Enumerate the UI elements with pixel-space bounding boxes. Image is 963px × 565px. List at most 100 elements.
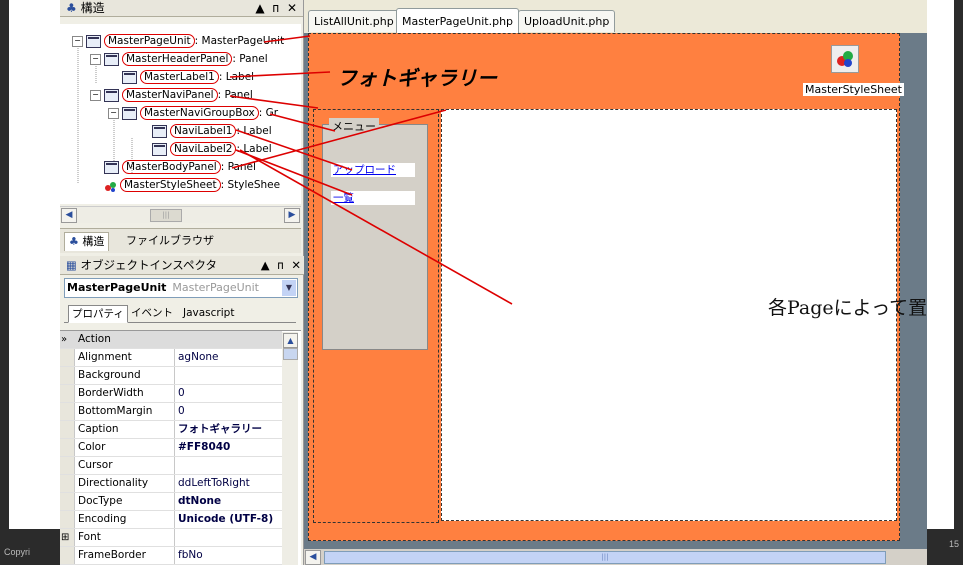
property-value[interactable]: ddLeftToRight	[178, 475, 282, 492]
component-selector-type: MasterPageUnit	[172, 281, 259, 294]
tree-node[interactable]: NaviLabel2: Label	[152, 140, 272, 158]
property-value[interactable]: 0	[178, 385, 282, 402]
property-row[interactable]: FrameBorder fbNo	[60, 547, 282, 565]
panel-icon	[104, 52, 119, 66]
navi-link-list[interactable]: 一覧	[331, 191, 415, 205]
panel-icon	[104, 160, 119, 174]
tree-node-name: MasterNaviPanel	[122, 88, 218, 102]
collapse-icon[interactable]: −	[72, 35, 83, 47]
tree-node-name: MasterHeaderPanel	[122, 52, 233, 66]
tree-node-name: MasterNaviGroupBox	[140, 106, 259, 120]
master-label[interactable]: フォトギャラリー	[337, 62, 497, 91]
master-navi-panel[interactable]: メニュー アップロード 一覧	[313, 109, 439, 523]
stylesheet-icon[interactable]	[831, 45, 859, 73]
property-vertical-scrollbar[interactable]: ▲	[282, 332, 298, 565]
tree-node[interactable]: − MasterHeaderPanel: Panel	[90, 50, 268, 68]
collapse-icon[interactable]: −	[108, 107, 119, 119]
property-name: BottomMargin	[78, 405, 153, 417]
collapse-icon[interactable]: −	[90, 89, 101, 101]
collapse-icon[interactable]: −	[90, 53, 101, 65]
tab-structure[interactable]: ♣ 構造	[64, 232, 110, 251]
stylesheet-label: MasterStyleSheet	[803, 83, 904, 96]
scroll-left-icon[interactable]: ◀	[61, 208, 77, 223]
structure-icon: ♣	[69, 235, 79, 248]
tree-node[interactable]: MasterLabel1: Label	[122, 68, 254, 86]
tree-node[interactable]: MasterStyleSheet: StyleShee	[104, 176, 280, 194]
master-header-panel[interactable]: フォトギャラリー MasterStyleSheet	[309, 34, 904, 106]
property-value[interactable]: 0	[178, 403, 282, 420]
component-selector-name: MasterPageUnit	[67, 281, 167, 294]
form-icon	[86, 34, 101, 48]
tree-node-type: : Panel	[217, 89, 253, 101]
property-name: Background	[78, 369, 141, 381]
scroll-thumb[interactable]: |||	[324, 551, 886, 564]
tab-listallunit[interactable]: ListAllUnit.php	[308, 10, 400, 32]
property-row[interactable]: Cursor	[60, 457, 282, 475]
tree-node-type: : MasterPageUnit	[194, 35, 285, 47]
page-number: 15	[948, 539, 959, 549]
property-value[interactable]: #FF8040	[178, 439, 282, 456]
property-row[interactable]: ⊞ Font	[60, 529, 282, 547]
tab-uploadunit[interactable]: UploadUnit.php	[518, 10, 616, 32]
property-name: Font	[78, 531, 101, 543]
scroll-right-icon[interactable]: ▶	[284, 208, 300, 223]
tree-node-type: : Gr	[258, 107, 279, 119]
property-value[interactable]: Unicode (UTF-8)	[178, 511, 282, 528]
master-page-canvas[interactable]: フォトギャラリー MasterStyleSheet メニュー アップロード 一覧	[308, 33, 904, 541]
tree-node[interactable]: MasterBodyPanel: Panel	[104, 158, 256, 176]
tree-node-name: NaviLabel2	[170, 142, 237, 156]
scroll-left-icon[interactable]: ◀	[305, 550, 321, 565]
form-designer: ListAllUnit.php MasterPageUnit.php Uploa…	[304, 0, 927, 565]
tab-file-browser[interactable]: ファイルブラウザ	[122, 232, 218, 250]
tree-node-type: : Label	[218, 71, 255, 83]
property-row[interactable]: Caption フォトギャラリー	[60, 421, 282, 439]
tab-masterpageunit[interactable]: MasterPageUnit.php	[396, 8, 520, 34]
navi-link-upload[interactable]: アップロード	[331, 163, 415, 177]
ide-window: ♣ 構造 ▲ ᴨ ✕ − MasterPageUnit: MasterPageUn…	[60, 0, 927, 565]
tree-node[interactable]: − MasterNaviGroupBox: Gr	[108, 104, 278, 122]
tree-node-name: MasterStyleSheet	[120, 178, 221, 192]
inspector-icon: ▦	[66, 258, 77, 272]
property-row[interactable]: Background	[60, 367, 282, 385]
property-row[interactable]: Encoding Unicode (UTF-8)	[60, 511, 282, 529]
panel-controls[interactable]: ▲ ᴨ ✕	[261, 256, 303, 274]
component-selector[interactable]: MasterPageUnit MasterPageUnit ▼	[64, 278, 298, 298]
property-row[interactable]: BorderWidth 0	[60, 385, 282, 403]
chevron-down-icon[interactable]: ▼	[282, 280, 296, 296]
slide-right-border	[954, 0, 963, 565]
property-row[interactable]: BottomMargin 0	[60, 403, 282, 421]
tree-node[interactable]: − MasterPageUnit: MasterPageUnit	[72, 32, 284, 50]
property-value[interactable]: agNone	[178, 349, 282, 366]
tab-javascript[interactable]: Javascript	[180, 305, 237, 321]
designer-horizontal-scrollbar[interactable]: ◀ |||	[304, 549, 927, 565]
property-name: Directionality	[78, 477, 149, 489]
property-row[interactable]: DocType dtNone	[60, 493, 282, 511]
inspector-tabs: プロパティ イベント Javascript	[64, 304, 296, 323]
scroll-up-icon[interactable]: ▲	[283, 333, 298, 348]
scroll-thumb[interactable]: |||	[150, 209, 182, 222]
navi-group-box[interactable]: メニュー アップロード 一覧	[322, 118, 428, 350]
tab-events[interactable]: イベント	[128, 305, 176, 321]
tree-horizontal-scrollbar[interactable]: ◀ ||| ▶	[60, 206, 301, 223]
tab-properties[interactable]: プロパティ	[68, 305, 128, 323]
property-row[interactable]: » Action	[60, 331, 282, 349]
tree-node[interactable]: NaviLabel1: Label	[152, 122, 272, 140]
tree-node-name: MasterLabel1	[140, 70, 219, 84]
property-value[interactable]: フォトギャラリー	[178, 421, 282, 438]
expand-arrows-icon: »	[61, 334, 68, 345]
structure-panel-title: 構造	[80, 1, 105, 15]
property-name: DocType	[78, 495, 123, 507]
scroll-thumb[interactable]	[283, 348, 298, 360]
panel-controls[interactable]: ▲ ᴨ ✕	[255, 0, 299, 16]
tree-node[interactable]: − MasterNaviPanel: Panel	[90, 86, 253, 104]
property-row[interactable]: Alignment agNone	[60, 349, 282, 367]
expand-plus-icon[interactable]: ⊞	[61, 529, 69, 546]
property-row[interactable]: Directionality ddLeftToRight	[60, 475, 282, 493]
tree-node-type: : Panel	[220, 161, 256, 173]
property-value[interactable]: fbNo	[178, 547, 282, 564]
tab-structure-label: 構造	[82, 235, 105, 248]
property-row[interactable]: Color #FF8040	[60, 439, 282, 457]
component-tree[interactable]: − MasterPageUnit: MasterPageUnit − MasterH…	[60, 24, 301, 204]
property-value[interactable]: dtNone	[178, 493, 282, 510]
property-name: Color	[78, 441, 106, 453]
